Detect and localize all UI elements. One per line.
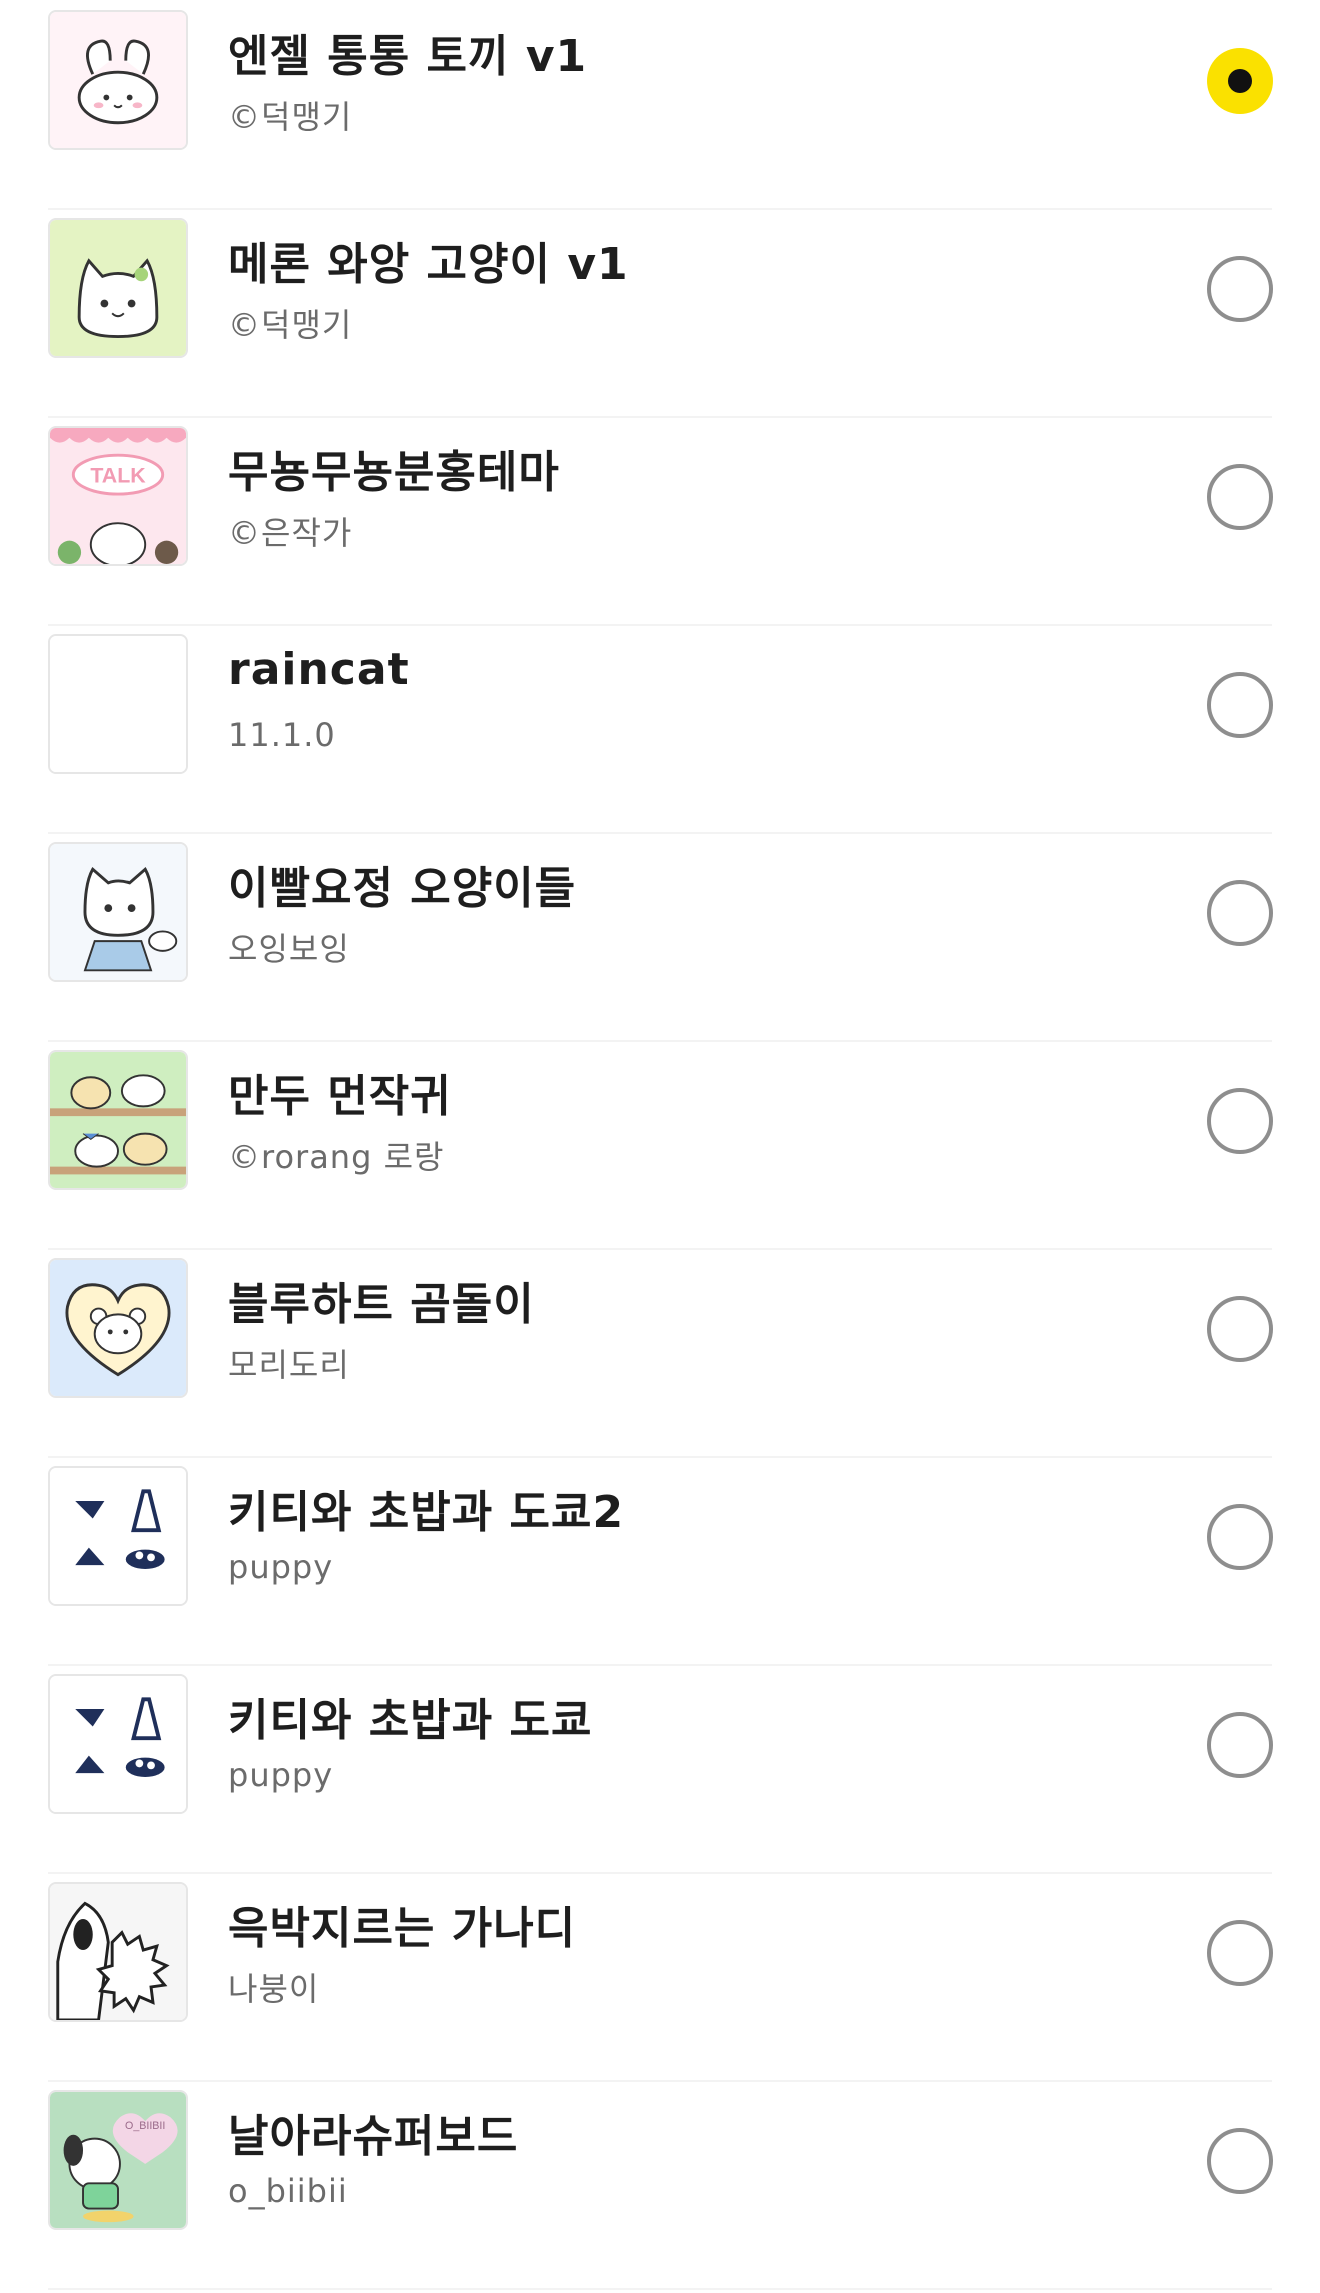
angel-bunny-icon: [48, 10, 188, 150]
theme-author: 오잉보잉: [228, 930, 350, 968]
pink-talk-bunny-icon: TALK: [48, 426, 188, 566]
theme-radio[interactable]: [1207, 1920, 1273, 1986]
theme-name: 키티와 초밥과 도쿄2: [228, 1487, 625, 1538]
theme-name: 메론 와앙 고양이 v1: [228, 239, 629, 290]
theme-radio[interactable]: [1207, 1712, 1273, 1778]
theme-name: 블루하트 곰돌이: [228, 1279, 535, 1330]
theme-name: 무뇽무뇽분홍테마: [228, 447, 560, 498]
theme-radio[interactable]: [1207, 1088, 1273, 1154]
flying-dog-icon: O_BIIBII: [48, 2090, 188, 2230]
theme-row[interactable]: O_BIIBII 날아라슈퍼보드 o_biibii: [48, 2080, 1273, 2290]
theme-name: 이빨요정 오양이들: [228, 863, 577, 914]
theme-author: ©rorang 로랑: [228, 1138, 445, 1176]
theme-author: ©은작가: [228, 514, 353, 552]
theme-author: ©덕맹기: [228, 98, 353, 136]
theme-name: 키티와 초밥과 도쿄: [228, 1695, 593, 1746]
theme-row[interactable]: 키티와 초밥과 도쿄2 puppy: [48, 1456, 1273, 1666]
blank-thumbnail-icon: [48, 634, 188, 774]
theme-row[interactable]: raincat 11.1.0: [48, 624, 1273, 834]
theme-author: 나붕이: [228, 1970, 320, 2008]
theme-name: 엔젤 통통 토끼 v1: [228, 31, 588, 82]
theme-name: 윽박지르는 가나디: [228, 1903, 577, 1954]
theme-row[interactable]: 블루하트 곰돌이 모리도리: [48, 1248, 1273, 1458]
theme-radio[interactable]: [1207, 1296, 1273, 1362]
theme-name: 만두 먼작귀: [228, 1071, 452, 1122]
shouting-dog-icon: [48, 1882, 188, 2022]
theme-row[interactable]: 윽박지르는 가나디 나붕이: [48, 1872, 1273, 2082]
theme-author: puppy: [228, 1756, 334, 1794]
theme-row[interactable]: 키티와 초밥과 도쿄 puppy: [48, 1664, 1273, 1874]
heart-bear-icon: [48, 1258, 188, 1398]
theme-radio[interactable]: [1207, 880, 1273, 946]
thumb-talk-label: TALK: [90, 463, 146, 487]
theme-row[interactable]: 엔젤 통통 토끼 v1 ©덕맹기: [48, 0, 1273, 210]
theme-author: 모리도리: [228, 1346, 350, 1384]
theme-author: puppy: [228, 1548, 334, 1586]
kitty-sushi-tokyo-icon: [48, 1466, 188, 1606]
theme-row[interactable]: 만두 먼작귀 ©rorang 로랑: [48, 1040, 1273, 1250]
theme-radio-selected[interactable]: [1207, 48, 1273, 114]
theme-author: ©덕맹기: [228, 306, 353, 344]
dumpling-characters-icon: [48, 1050, 188, 1190]
melon-cat-icon: [48, 218, 188, 358]
theme-version: 11.1.0: [228, 716, 336, 754]
theme-name: raincat: [228, 644, 410, 695]
theme-radio[interactable]: [1207, 2128, 1273, 2194]
theme-row[interactable]: 메론 와앙 고양이 v1 ©덕맹기: [48, 208, 1273, 418]
theme-radio[interactable]: [1207, 256, 1273, 322]
tooth-fairy-cat-icon: [48, 842, 188, 982]
kitty-sushi-tokyo-icon: [48, 1674, 188, 1814]
theme-name: 날아라슈퍼보드: [228, 2111, 519, 2162]
theme-row[interactable]: TALK 무뇽무뇽분홍테마 ©은작가: [48, 416, 1273, 626]
theme-row[interactable]: 이빨요정 오양이들 오잉보잉: [48, 832, 1273, 1042]
theme-radio[interactable]: [1207, 672, 1273, 738]
theme-list: 엔젤 통통 토끼 v1 ©덕맹기 메론 와앙 고양이 v1 ©덕맹기 TALK …: [0, 0, 1320, 2293]
thumb-o-biibii-label: O_BIIBII: [125, 2120, 165, 2132]
theme-radio[interactable]: [1207, 1504, 1273, 1570]
theme-author: o_biibii: [228, 2172, 348, 2210]
radio-dot: [1228, 69, 1252, 93]
theme-radio[interactable]: [1207, 464, 1273, 530]
